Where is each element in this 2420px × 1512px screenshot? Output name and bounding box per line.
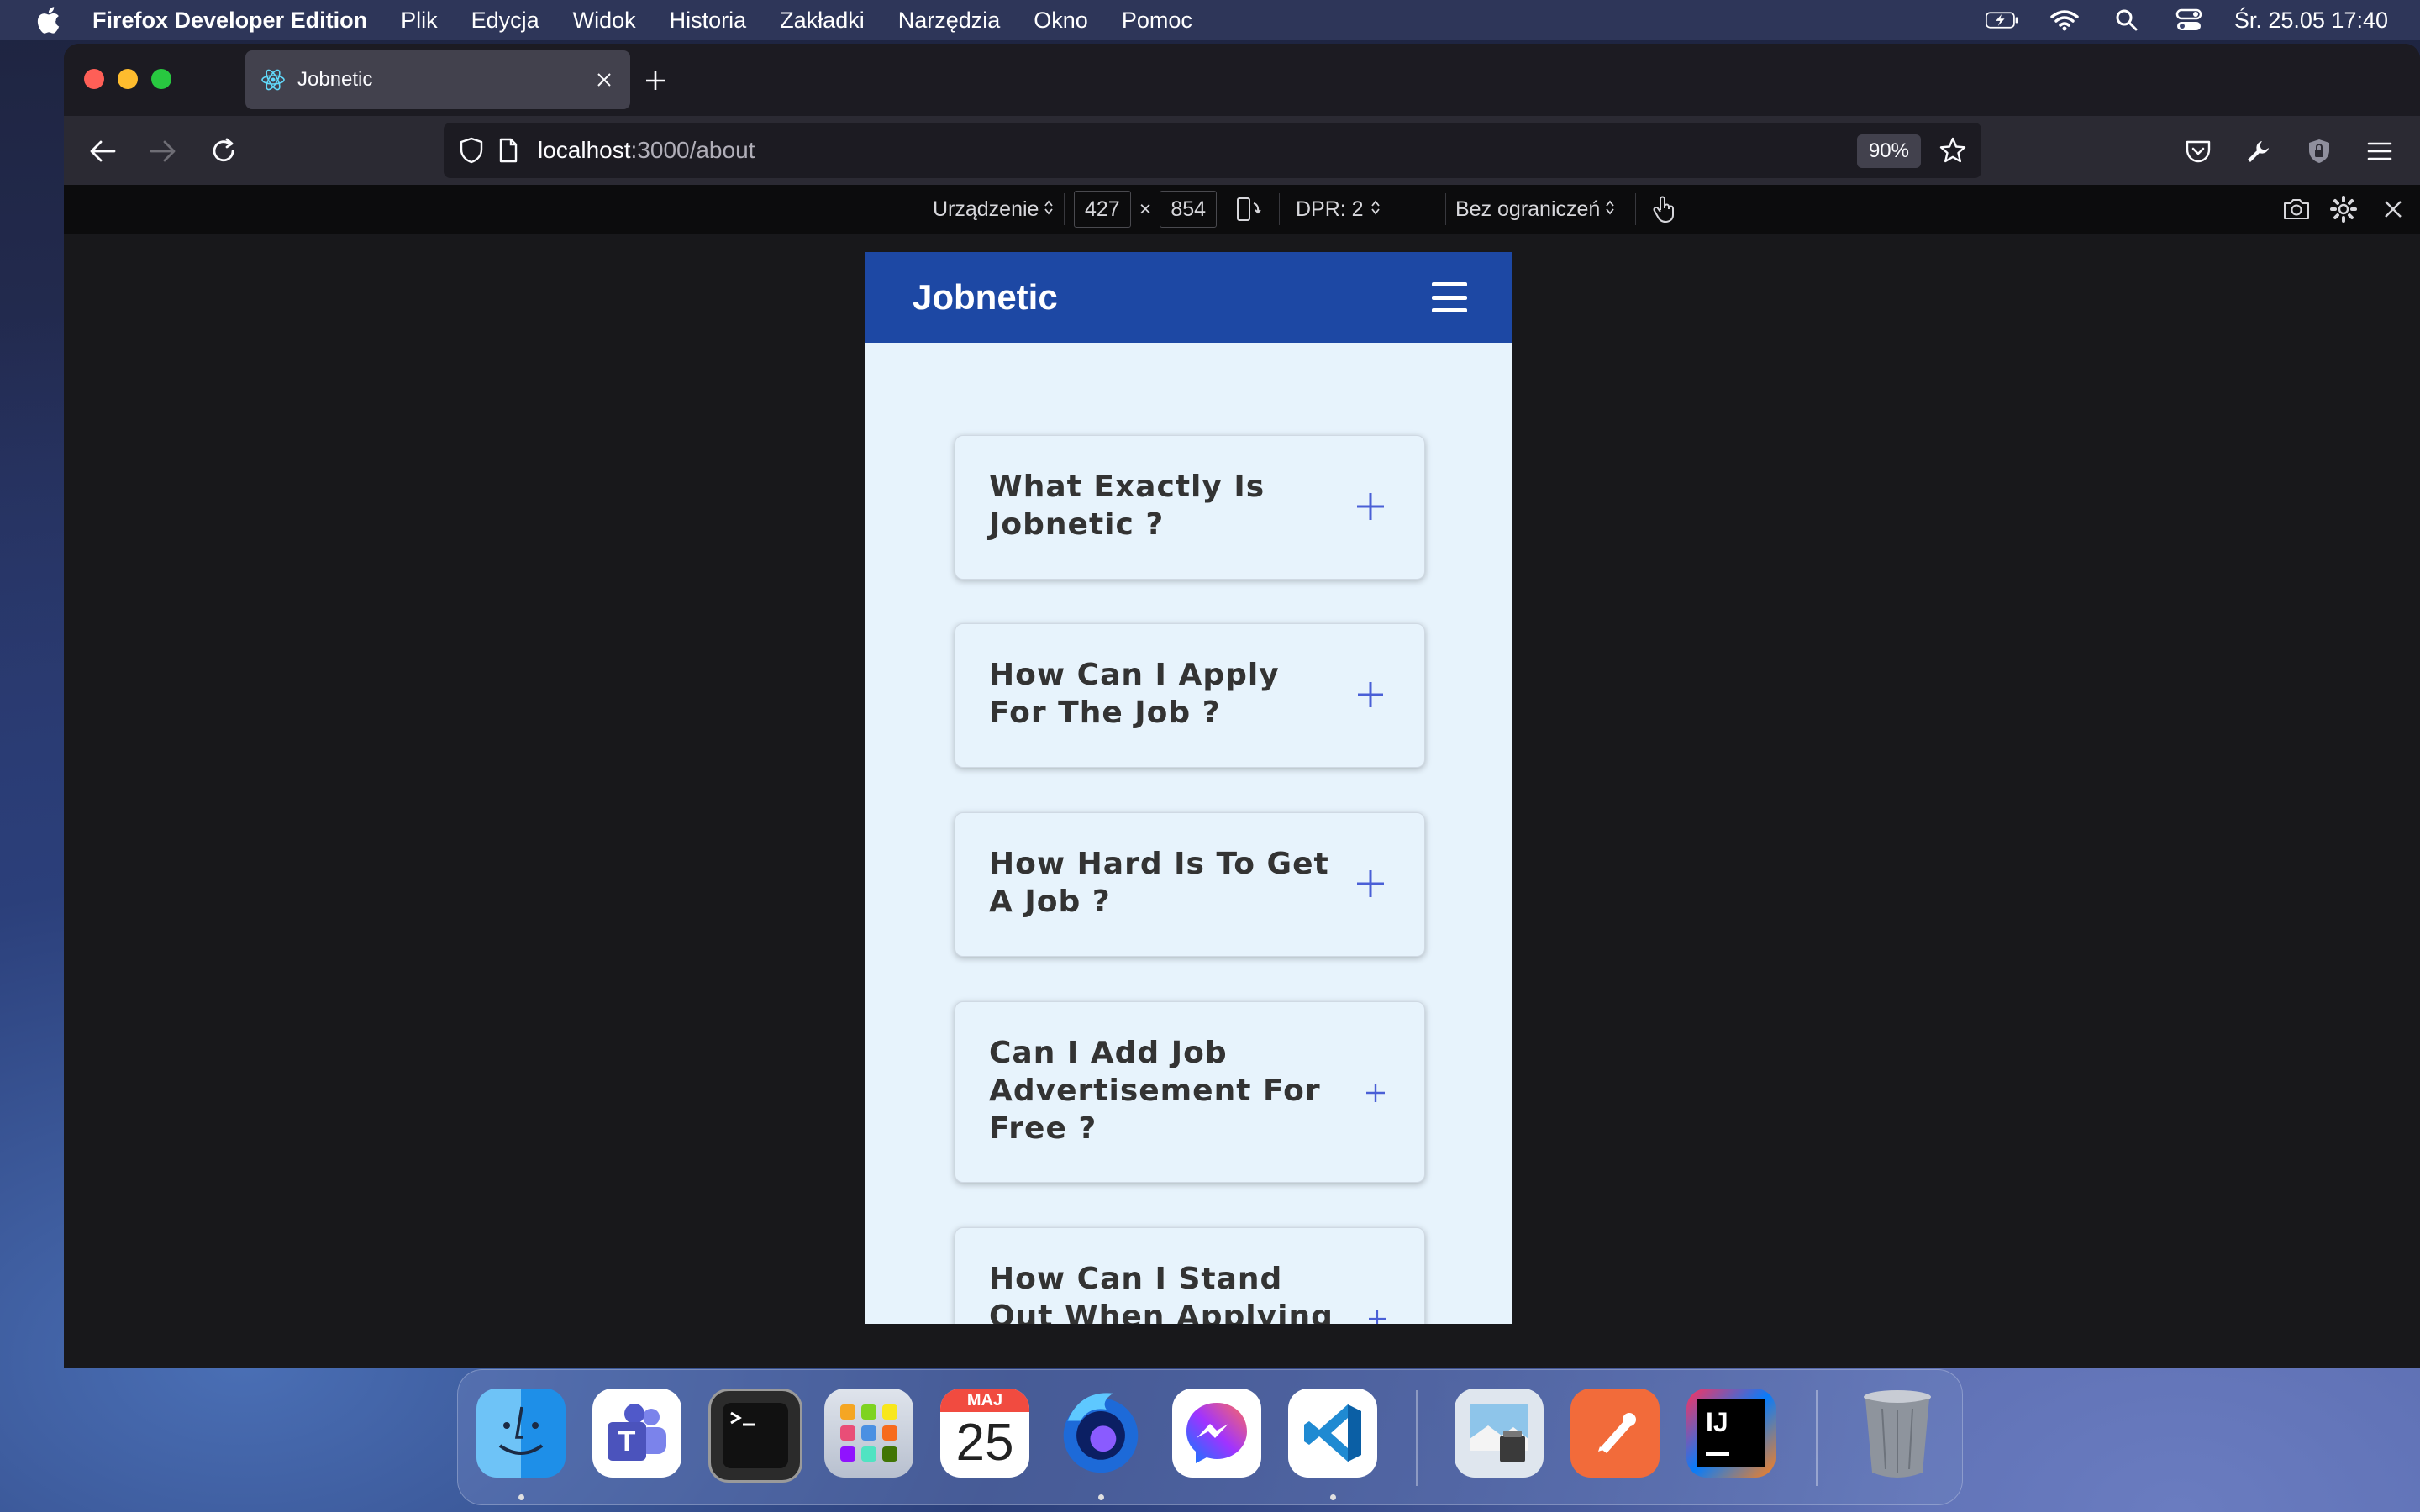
spotlight-search-icon[interactable] — [2110, 8, 2144, 33]
zoom-level-badge[interactable]: 90% — [1856, 134, 1921, 168]
faq-question: How Can I Stand Out When Applying For A … — [989, 1262, 1334, 1324]
intellij-icon[interactable]: IJ — [1686, 1389, 1776, 1478]
faq-item[interactable]: How Hard Is To Get A Job ? — [955, 812, 1425, 957]
navigation-toolbar: localhost:3000/about 90% — [64, 116, 2420, 185]
preview-icon[interactable] — [1455, 1389, 1544, 1478]
page-icon[interactable] — [492, 134, 524, 166]
macos-dock: T MAJ 25 IJ — [457, 1369, 1963, 1505]
back-arrow-icon[interactable] — [84, 133, 121, 170]
device-viewport: Jobnetic What Exactly Is Jobnetic ? How … — [865, 252, 1512, 1324]
calendar-icon[interactable]: MAJ 25 — [940, 1389, 1029, 1478]
svg-text:T: T — [618, 1425, 636, 1457]
shield-icon[interactable] — [455, 134, 487, 166]
throttle-label: Bez ograniczeń — [1455, 197, 1601, 221]
menu-history[interactable]: Historia — [670, 8, 747, 34]
menu-window[interactable]: Okno — [1034, 8, 1088, 34]
intellij-logo: IJ — [1697, 1399, 1765, 1467]
pocket-icon[interactable] — [2180, 133, 2217, 170]
url-host: localhost — [538, 137, 631, 163]
plus-icon[interactable] — [1360, 1302, 1394, 1324]
address-bar[interactable]: localhost:3000/about 90% — [444, 123, 1981, 178]
trash-icon[interactable] — [1853, 1389, 1942, 1478]
tab-jobnetic[interactable]: Jobnetic — [245, 50, 630, 109]
plus-icon[interactable] — [1354, 867, 1387, 900]
device-selector-label: Urządzenie — [933, 197, 1039, 221]
calendar-month: MAJ — [940, 1389, 1029, 1412]
window-minimize-button[interactable] — [118, 69, 138, 89]
close-rdm-icon[interactable] — [2383, 185, 2403, 234]
rotate-viewport-icon[interactable] — [1235, 185, 1262, 234]
apple-icon[interactable] — [35, 6, 60, 34]
settings-gear-icon[interactable] — [2329, 185, 2358, 234]
reload-icon[interactable] — [205, 133, 242, 170]
new-tab-button[interactable] — [639, 64, 672, 97]
size-separator: × — [1139, 197, 1152, 221]
dpr-label: DPR: 2 — [1296, 197, 1364, 221]
menu-help[interactable]: Pomoc — [1122, 8, 1192, 34]
menu-bookmarks[interactable]: Zakładki — [780, 8, 865, 34]
forward-arrow-icon[interactable] — [145, 133, 182, 170]
macos-menu-bar: Firefox Developer Edition Plik Edycja Wi… — [0, 0, 2420, 40]
tab-strip: Jobnetic — [64, 44, 2420, 116]
url-text[interactable]: localhost:3000/about — [538, 137, 755, 164]
battery-icon[interactable] — [1985, 8, 2019, 33]
app-navbar: Jobnetic — [865, 252, 1512, 343]
plus-icon[interactable] — [1359, 1076, 1392, 1110]
touch-simulation-icon[interactable] — [1652, 185, 1676, 234]
menu-file[interactable]: Plik — [401, 8, 438, 34]
wifi-icon[interactable] — [2048, 8, 2081, 33]
viewport-height-input[interactable]: 854 — [1160, 191, 1218, 228]
window-zoom-button[interactable] — [151, 69, 171, 89]
svg-text:IJ: IJ — [1706, 1407, 1728, 1437]
url-path: :3000/about — [630, 137, 755, 163]
vscode-icon[interactable] — [1288, 1389, 1377, 1478]
app-brand-logo[interactable]: Jobnetic — [913, 277, 1058, 318]
viewport-width-input[interactable]: 427 — [1074, 191, 1131, 228]
react-icon — [260, 67, 286, 92]
wrench-icon[interactable] — [2240, 133, 2277, 170]
control-center-icon[interactable] — [2172, 8, 2206, 33]
close-icon[interactable] — [592, 67, 617, 92]
faq-item[interactable]: Can I Add Job Advertisement For Free ? — [955, 1001, 1425, 1183]
calendar-day: 25 — [955, 1414, 1014, 1472]
menu-view[interactable]: Widok — [573, 8, 636, 34]
terminal-icon[interactable] — [708, 1389, 802, 1483]
faq-question: What Exactly Is Jobnetic ? — [989, 470, 1265, 542]
window-close-button[interactable] — [84, 69, 104, 89]
faq-question: How Hard Is To Get A Job ? — [989, 847, 1329, 919]
hamburger-menu-icon[interactable] — [1432, 282, 1467, 312]
faq-item[interactable]: What Exactly Is Jobnetic ? — [955, 435, 1425, 580]
updown-chevron-icon — [1044, 197, 1054, 222]
responsive-design-toolbar: Urządzenie 427 × 854 DPR: 2 Bez ogranicz… — [64, 185, 2420, 234]
menubar-clock[interactable]: Śr. 25.05 17:40 — [2234, 8, 2388, 34]
bookmark-star-icon[interactable] — [1936, 134, 1970, 167]
updown-chevron-icon — [1370, 197, 1381, 222]
viewport-size: 427 × 854 — [1074, 185, 1218, 234]
dpr-selector[interactable]: DPR: 2 — [1296, 185, 1381, 234]
messenger-icon[interactable] — [1172, 1389, 1261, 1478]
faq-question: Can I Add Job Advertisement For Free ? — [989, 1036, 1321, 1146]
menu-app-name[interactable]: Firefox Developer Edition — [92, 8, 367, 34]
teams-icon[interactable]: T — [592, 1389, 681, 1478]
firefox-icon[interactable] — [1056, 1389, 1145, 1478]
launchpad-icon[interactable] — [824, 1389, 913, 1478]
plus-icon[interactable] — [1354, 678, 1387, 711]
extension-shield-icon[interactable] — [2301, 133, 2338, 170]
hamburger-menu-icon[interactable] — [2361, 133, 2398, 170]
device-selector[interactable]: Urządzenie — [933, 185, 1054, 234]
updown-chevron-icon — [1605, 197, 1615, 222]
faq-question: How Can I Apply For The Job ? — [989, 658, 1280, 730]
screenshot-camera-icon[interactable] — [2282, 185, 2311, 234]
faq-item[interactable]: How Can I Stand Out When Applying For A … — [955, 1227, 1425, 1324]
faq-item[interactable]: How Can I Apply For The Job ? — [955, 623, 1425, 768]
menu-edit[interactable]: Edycja — [471, 8, 539, 34]
postman-icon[interactable] — [1570, 1389, 1660, 1478]
tab-title: Jobnetic — [297, 68, 373, 91]
plus-icon[interactable] — [1354, 490, 1387, 523]
network-throttle-selector[interactable]: Bez ograniczeń — [1455, 185, 1615, 234]
finder-icon[interactable] — [476, 1389, 566, 1478]
menu-tools[interactable]: Narzędzia — [898, 8, 1001, 34]
